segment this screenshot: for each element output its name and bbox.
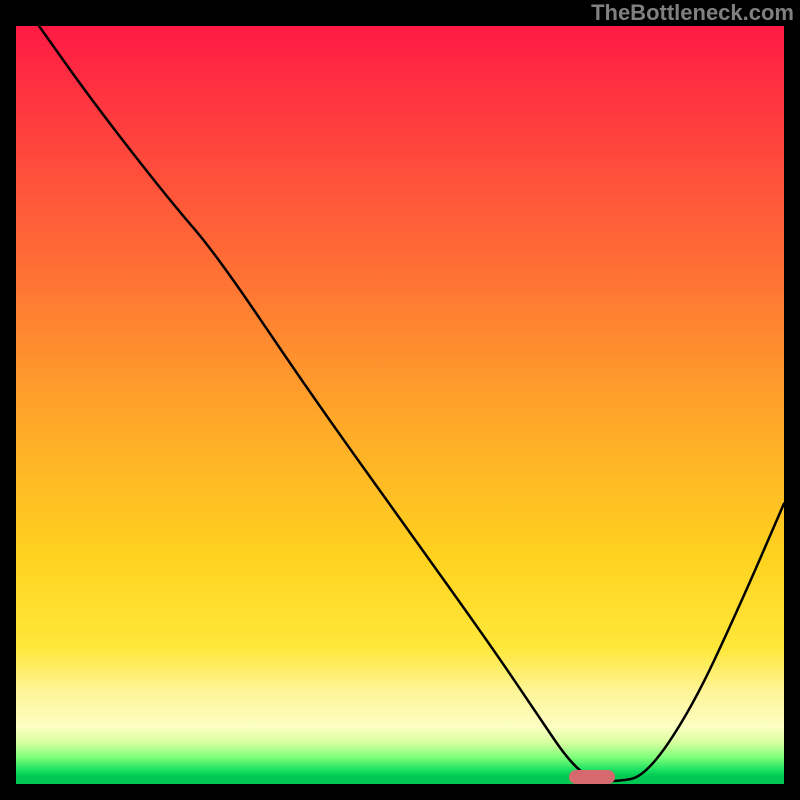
bottleneck-curve bbox=[16, 26, 784, 784]
optimal-marker bbox=[569, 770, 615, 784]
watermark-text: TheBottleneck.com bbox=[591, 0, 794, 26]
plot-area bbox=[16, 26, 784, 784]
chart-container: TheBottleneck.com bbox=[0, 0, 800, 800]
